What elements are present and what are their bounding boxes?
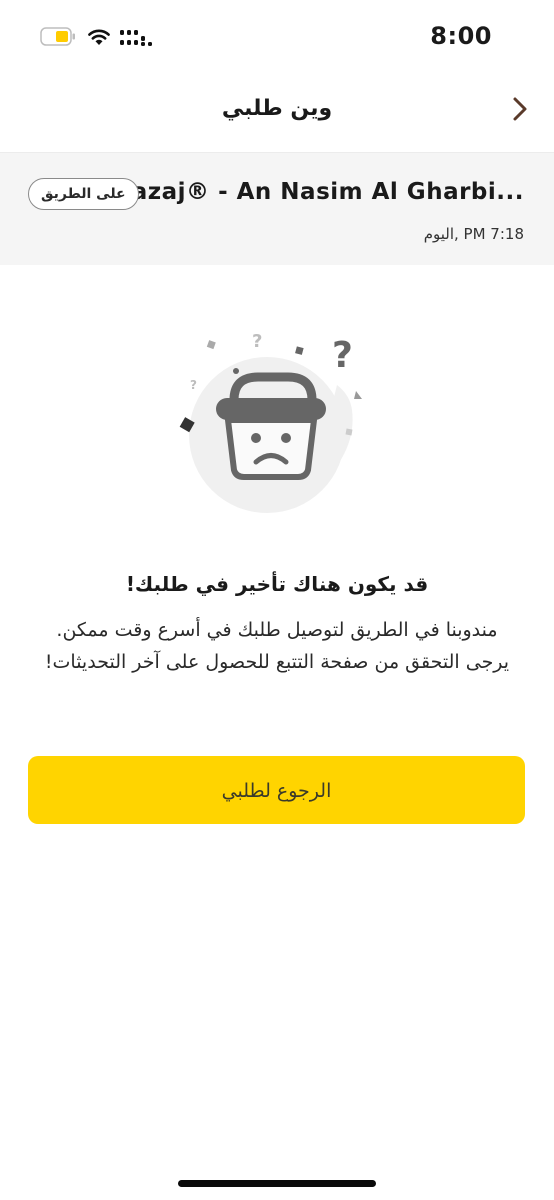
back-to-order-button[interactable]: الرجوع لطلبي xyxy=(28,756,525,824)
status-badge: على الطريق xyxy=(28,178,139,210)
order-summary-card: azaj® - An Nasim Al Gharbi... على الطريق… xyxy=(0,152,554,265)
sad-basket-icon: ? ? ? xyxy=(179,331,362,513)
delay-message-line: يرجى التحقق من صفحة التتبع للحصول على آخ… xyxy=(44,651,510,673)
cellular-signal-icon xyxy=(120,30,152,46)
order-time: اليوم, PM 7:18 xyxy=(423,225,524,243)
svg-text:?: ? xyxy=(252,331,262,352)
svg-text:?: ? xyxy=(332,335,353,376)
delay-heading: قد يكون هناك تأخير في طلبك! xyxy=(125,572,429,596)
battery-icon xyxy=(40,27,75,46)
chevron-right-icon[interactable] xyxy=(508,94,532,124)
svg-text:?: ? xyxy=(190,378,197,392)
status-bar: 8:00 xyxy=(0,0,554,70)
wifi-icon xyxy=(88,29,110,45)
nav-header: وين طلبي xyxy=(0,78,554,144)
home-indicator xyxy=(178,1180,376,1187)
delay-message-line: مندوبنا في الطريق لتوصيل طلبك في أسرع وق… xyxy=(56,619,498,641)
delay-message: مندوبنا في الطريق لتوصيل طلبك في أسرع وق… xyxy=(20,614,534,678)
store-name: azaj® - An Nasim Al Gharbi... xyxy=(131,179,524,205)
status-time: 8:00 xyxy=(430,22,492,50)
page-title: وين طلبي xyxy=(221,96,333,121)
